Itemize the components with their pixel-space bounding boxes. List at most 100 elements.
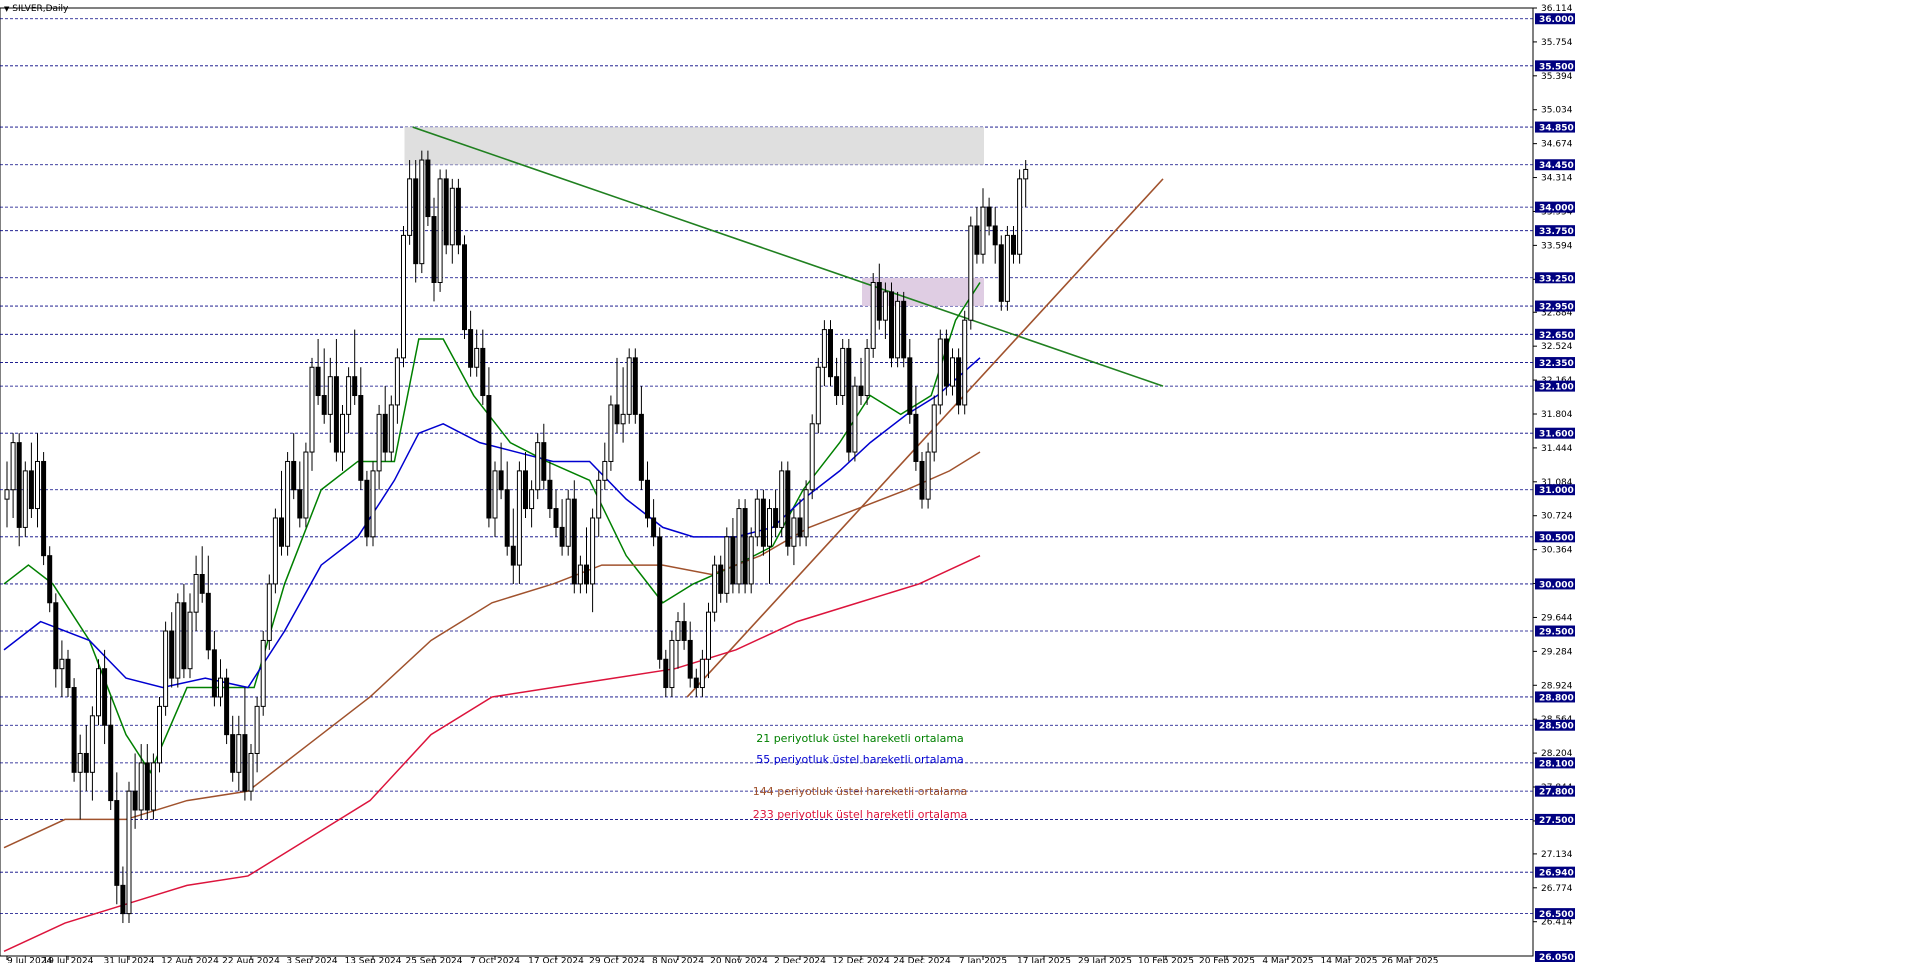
x-tick-label: 19 Jul 2024 <box>43 957 94 963</box>
candle-body <box>632 357 638 415</box>
candle-body <box>248 752 254 792</box>
level-tag: 28.100 <box>1539 759 1574 769</box>
candle-body <box>535 442 541 491</box>
candle-body <box>693 677 699 689</box>
candle-body <box>181 602 187 670</box>
candle-body <box>608 404 614 462</box>
candle-body <box>736 508 742 585</box>
candle-body <box>126 790 132 915</box>
y-tick-label: 29.644 <box>1541 613 1573 623</box>
candle-body <box>992 225 998 246</box>
candle-body <box>821 329 827 368</box>
candle-body <box>96 668 101 717</box>
candle-body <box>199 574 205 594</box>
candle-body <box>791 517 797 547</box>
candle-body <box>956 357 962 406</box>
candle-body <box>614 404 620 425</box>
candle-body <box>596 479 602 519</box>
candle-body <box>401 234 406 359</box>
level-tag: 27.500 <box>1539 816 1574 826</box>
x-tick-label: 3 Sep 2024 <box>286 957 338 963</box>
candle-body <box>468 329 474 368</box>
candle-body <box>163 630 169 707</box>
y-tick-label: 34.674 <box>1541 140 1573 150</box>
candle-body <box>840 347 846 397</box>
candle-body <box>486 395 492 519</box>
x-tick-label: 12 Dec 2024 <box>832 957 890 963</box>
y-tick-label: 27.134 <box>1541 850 1573 860</box>
y-tick-label: 26.774 <box>1541 884 1573 894</box>
candle-body <box>352 376 358 397</box>
x-tick-label: 20 Nov 2024 <box>710 957 768 963</box>
x-tick-label: 13 Sep 2024 <box>344 957 401 963</box>
candle-body <box>950 357 955 387</box>
y-tick-label: 36.114 <box>1541 4 1573 14</box>
candle-body <box>242 734 248 792</box>
candle-body <box>370 470 376 538</box>
candle-body <box>889 291 894 359</box>
candle-body <box>626 357 632 415</box>
y-tick-label: 33.594 <box>1541 241 1573 251</box>
price-scale-bottom-label: 26.050 <box>1539 953 1574 963</box>
level-tag: 27.800 <box>1539 788 1574 798</box>
candle-body <box>523 470 528 510</box>
candle-body <box>779 470 785 528</box>
candle-body <box>425 159 431 218</box>
candle-body <box>577 564 583 585</box>
candle-body <box>449 187 455 246</box>
candle-body <box>943 338 949 387</box>
candle-body <box>498 470 504 491</box>
level-tag: 31.000 <box>1539 486 1574 496</box>
candle-body <box>77 752 83 773</box>
x-tick-label: 26 Mar 2025 <box>1381 957 1438 963</box>
candle-body <box>669 639 675 689</box>
level-tag: 30.000 <box>1539 580 1574 590</box>
candle-body <box>236 734 242 773</box>
x-tick-label: 29 Oct 2024 <box>589 957 645 963</box>
x-tick-label: 10 Feb 2025 <box>1138 957 1194 963</box>
candle-body <box>41 460 47 557</box>
candle-body <box>803 489 809 538</box>
candle-body <box>285 460 291 547</box>
candle-body <box>602 460 608 481</box>
silver-daily-chart[interactable]: 36.11435.75435.39435.03434.67434.31433.9… <box>0 0 1916 963</box>
candle-body <box>980 206 986 255</box>
candle-body <box>218 677 223 698</box>
level-tag: 33.750 <box>1539 227 1574 237</box>
level-tag: 32.100 <box>1539 383 1574 393</box>
candle-body <box>681 621 687 641</box>
candle-body <box>16 442 22 528</box>
candle-body <box>529 489 535 510</box>
candle-body <box>419 159 425 265</box>
x-tick-label: 22 Aug 2024 <box>222 957 280 963</box>
candle-body <box>937 338 943 406</box>
candle-body <box>71 687 77 773</box>
candle-body <box>187 611 193 670</box>
candle-body <box>169 630 175 679</box>
price-zone <box>404 127 984 165</box>
candle-body <box>266 583 272 641</box>
candle-body <box>120 884 126 915</box>
candle-body <box>254 705 260 754</box>
candle-body <box>864 347 870 397</box>
chart-title: ▼ SILVER,Daily <box>4 4 68 14</box>
y-tick-label: 35.754 <box>1541 38 1573 48</box>
candle-body <box>901 300 907 359</box>
level-tag: 32.650 <box>1539 331 1574 341</box>
candle-body <box>4 489 10 500</box>
candle-body <box>388 404 394 453</box>
candle-body <box>986 206 992 227</box>
candle-body <box>504 489 510 547</box>
candle-body <box>297 489 303 519</box>
level-tag: 35.500 <box>1539 62 1574 72</box>
candle-body <box>272 517 278 585</box>
candle-body <box>510 545 516 566</box>
candle-body <box>858 385 864 397</box>
candle-body <box>474 347 480 368</box>
legend-label-ema21: 21 periyotluk üstel hareketli ortalama <box>756 732 964 745</box>
x-tick-label: 17 Oct 2024 <box>528 957 584 963</box>
y-tick-label: 31.444 <box>1541 444 1573 454</box>
dropdown-triangle-icon[interactable]: ▼ <box>4 5 9 13</box>
candle-body <box>47 555 53 604</box>
level-tag: 28.500 <box>1539 722 1574 732</box>
